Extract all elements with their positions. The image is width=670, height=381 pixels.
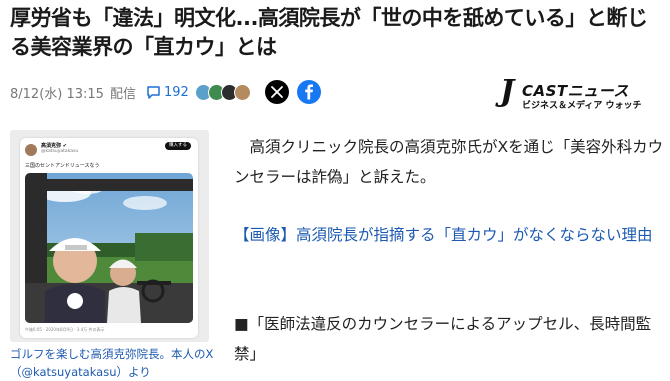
publish-date-suffix: 配信 — [109, 86, 136, 102]
golf-cart-photo — [25, 173, 193, 323]
related-image-link[interactable]: 【画像】高須院長が指摘する「直カウ」がなくならない理由 — [234, 220, 664, 250]
avatar — [233, 83, 251, 101]
facebook-logo-icon — [304, 84, 313, 100]
x-logo-icon — [270, 86, 283, 98]
tweet-image — [25, 173, 193, 323]
comments-button[interactable]: 192 — [146, 85, 189, 100]
share-facebook-button[interactable] — [296, 80, 321, 104]
tweet-author-name: 高須克弥 ✔ — [41, 143, 67, 149]
publish-date: 8/12(水) 13:15 — [10, 86, 104, 102]
logo-j: J — [500, 74, 515, 109]
tweet-follow-button: 購入する — [165, 142, 191, 150]
tweet-avatar — [25, 144, 37, 156]
jcast-news-logo[interactable]: J CASTニュース ビジネス＆メディア ウォッチ — [500, 74, 660, 112]
article-meta: 8/12(水) 13:15 配信 192 — [10, 80, 321, 104]
share-x-button[interactable] — [264, 80, 289, 104]
logo-sub-text: ビジネス＆メディア ウォッチ — [522, 101, 642, 111]
reaction-avatars[interactable] — [194, 83, 251, 101]
embedded-tweet-screenshot: 高須克弥 ✔ @katsuyatakasu 購入する 三国のセントアンドリュース… — [20, 138, 198, 338]
article-photo[interactable]: 高須克弥 ✔ @katsuyatakasu 購入する 三国のセントアンドリュース… — [10, 130, 209, 342]
article-paragraph: 高須クリニック院長の高須克弥氏がXを通じ「美容外科カウンセラーは詐偽」と訴えた。 — [234, 138, 664, 186]
article-headline: 厚労省も「違法」明文化...高須院長が「世の中を舐めている」と断じる美容業界の「… — [10, 6, 648, 59]
tweet-author-handle: @katsuyatakasu — [41, 149, 79, 154]
article-page: 厚労省も「違法」明文化...高須院長が「世の中を舐めている」と断じる美容業界の「… — [0, 0, 670, 381]
photo-caption: ゴルフを楽しむ高須克弥院長。本人のX（@katsuyatakasu）より — [10, 347, 214, 379]
tweet-footer: 午後6:05 · 2020年8月9日 · 3.4万 件の表示 — [25, 327, 105, 332]
article-subheading: ■「医師法違反のカウンセラーによるアップセル、長時間監禁」 — [234, 315, 652, 363]
tweet-text: 三国のセントアンドリュースなう — [25, 163, 100, 169]
comment-icon — [147, 86, 160, 99]
comment-count: 192 — [163, 84, 189, 100]
